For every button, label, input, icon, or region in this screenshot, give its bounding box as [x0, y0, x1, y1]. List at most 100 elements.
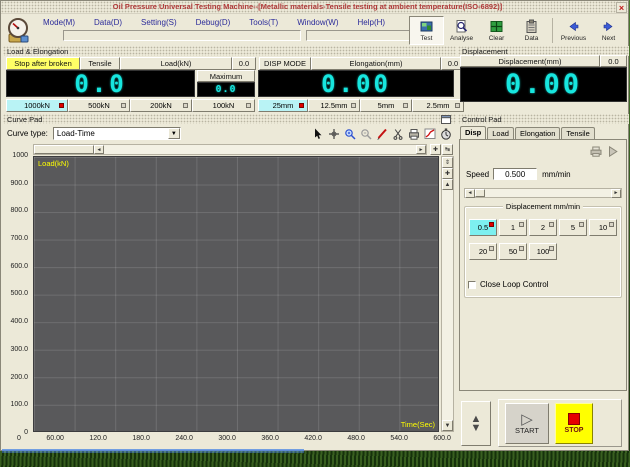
previous-arrow-icon — [566, 19, 581, 34]
menu-help[interactable]: Help(H) — [358, 18, 386, 27]
displacement-group-label: Displacement — [462, 47, 507, 56]
range-indicator — [121, 103, 126, 108]
tab-disp[interactable]: Disp — [460, 126, 486, 139]
slider-left-arrow[interactable]: ◄ — [465, 189, 475, 198]
pan-icon[interactable] — [327, 127, 340, 140]
load-display: 0.0 — [6, 70, 195, 97]
maximum-value-display: 0.0 — [197, 82, 255, 97]
speed-100-button[interactable]: 100 — [529, 243, 557, 260]
load-range-100kn-button[interactable]: 100kN — [192, 99, 255, 112]
desktop-wallpaper-grass — [0, 451, 630, 467]
elongation-range-25mm-button[interactable]: 25mm — [258, 99, 308, 112]
speed-input[interactable]: 0.500 — [493, 168, 537, 180]
load-range-1000kn-button[interactable]: 1000kN — [6, 99, 68, 112]
displacement-display: 0.00 — [460, 67, 627, 102]
start-play-icon: ▷ — [521, 413, 533, 426]
speed-indicator — [519, 222, 524, 227]
pen-icon[interactable] — [375, 127, 388, 140]
range-indicator — [59, 103, 64, 108]
play-small-icon[interactable] — [608, 146, 618, 157]
load-header: Load(kN) — [120, 57, 232, 70]
elongation-range-12-5mm-button[interactable]: 12.5mm — [308, 99, 360, 112]
load-range-200kn-button[interactable]: 200kN — [130, 99, 192, 112]
speed-label: Speed — [466, 170, 489, 179]
menu-window[interactable]: Window(W) — [297, 18, 338, 27]
tab-elongation[interactable]: Elongation — [515, 127, 560, 139]
chart-vertical-scrollbar[interactable]: ⇕ ✚ ▲ ▼ — [441, 156, 454, 432]
menu-mode[interactable]: Mode(M) — [43, 18, 75, 27]
fit-y-icon[interactable]: ⇕ — [442, 157, 453, 168]
control-pad-group-label: Control Pad — [462, 115, 502, 124]
speed-1-button[interactable]: 1 — [499, 219, 527, 236]
speed-5-button[interactable]: 5 — [559, 219, 587, 236]
expand-y-icon[interactable]: ✚ — [442, 168, 453, 179]
tab-tensile[interactable]: Tensile — [561, 127, 594, 139]
expand-x-icon[interactable]: ✚ — [430, 144, 441, 155]
speed-indicator — [579, 222, 584, 227]
chart-horizontal-scrollbar[interactable]: ◄ ► — [33, 144, 427, 155]
y-axis-ticks: 1000 900.0 800.0 700.0 600.0 500.0 400.0… — [3, 152, 30, 436]
cursor-icon[interactable] — [311, 127, 324, 140]
timer-icon[interactable] — [439, 127, 452, 140]
menu-data[interactable]: Data(D) — [94, 18, 122, 27]
range-indicator — [183, 103, 188, 108]
slider-thumb[interactable] — [475, 189, 485, 197]
speed-indicator — [489, 246, 494, 251]
chart-plot-area[interactable]: Load(kN) Time(Sec) — [33, 156, 439, 432]
y-axis-label: Load(kN) — [38, 159, 69, 168]
tab-load[interactable]: Load — [487, 127, 514, 139]
chevron-down-icon[interactable]: ▼ — [168, 128, 180, 139]
close-loop-checkbox[interactable] — [468, 281, 476, 289]
scroll-up-arrow[interactable]: ▲ — [442, 179, 453, 190]
speed-20-button[interactable]: 20 — [469, 243, 497, 260]
start-stop-panel: ▷ START STOP — [498, 399, 622, 447]
slider-right-arrow[interactable]: ► — [611, 189, 621, 198]
speed-indicator — [489, 222, 494, 227]
menu-debug[interactable]: Debug(D) — [196, 18, 231, 27]
window-title: Oil Pressure Universal Testing Machine--… — [1, 2, 614, 11]
curve-chart-icon[interactable] — [423, 127, 436, 140]
disp-mode-button[interactable]: DISP MODE — [259, 57, 311, 70]
displacement-group: Displacement Displacement(mm) 0.0 0.00 — [458, 46, 629, 114]
close-button[interactable]: × — [616, 2, 627, 13]
curve-type-dropdown[interactable]: Load-Time ▼ — [53, 127, 181, 140]
speed-10-button[interactable]: 10 — [589, 219, 617, 236]
load-range-500kn-button[interactable]: 500kN — [68, 99, 130, 112]
curve-pad-group-label: Curve Pad — [7, 115, 42, 124]
test-button[interactable]: Test — [409, 16, 444, 45]
speed-50-button[interactable]: 50 — [499, 243, 527, 260]
speed-0-5-button[interactable]: 0.5 — [469, 219, 497, 236]
data-button[interactable]: Data — [514, 16, 549, 45]
menu-setting[interactable]: Setting(S) — [141, 18, 177, 27]
scroll-right-arrow[interactable]: ► — [416, 145, 426, 154]
start-button[interactable]: ▷ START — [505, 403, 549, 444]
elongation-range-5mm-button[interactable]: 5mm — [360, 99, 412, 112]
test-type-label: Tensile — [80, 57, 120, 70]
load-elongation-group-label: Load & Elongation — [7, 47, 68, 56]
print-small-icon[interactable] — [590, 146, 602, 157]
scissors-icon[interactable] — [391, 127, 404, 140]
next-button[interactable]: Next — [591, 16, 626, 45]
displacement-header: Displacement(mm) — [460, 55, 600, 67]
stop-button[interactable]: STOP — [555, 403, 593, 444]
speed-slider[interactable]: ◄ ► — [464, 188, 622, 198]
curve-pad-window-icon[interactable] — [441, 115, 451, 124]
printer-icon[interactable] — [407, 127, 420, 140]
menu-tools[interactable]: Tools(T) — [249, 18, 278, 27]
speed-2-button[interactable]: 2 — [529, 219, 557, 236]
analyse-button[interactable]: Analyse — [444, 16, 479, 45]
scroll-left-arrow[interactable]: ◄ — [94, 145, 104, 154]
jog-button[interactable]: ▲ ▼ — [461, 401, 491, 446]
range-indicator — [246, 103, 251, 108]
scroll-thumb[interactable] — [34, 145, 94, 154]
previous-button[interactable]: Previous — [556, 16, 591, 45]
speed-row: Speed 0.500 mm/min — [466, 168, 571, 180]
elongation-range-2-5mm-button[interactable]: 2.5mm — [412, 99, 464, 112]
scroll-down-arrow[interactable]: ▼ — [442, 420, 453, 431]
clear-button[interactable]: Clear — [479, 16, 514, 45]
x-axis-ticks: 0 60.00 120.0 180.0 240.0 300.0 360.0 42… — [17, 435, 451, 442]
disp-tab-panel: Speed 0.500 mm/min ◄ ► Displacement mm/m… — [459, 139, 627, 391]
zoom-out-icon[interactable] — [359, 127, 372, 140]
fit-x-icon[interactable]: ↹ — [442, 144, 453, 155]
zoom-in-icon[interactable] — [343, 127, 356, 140]
